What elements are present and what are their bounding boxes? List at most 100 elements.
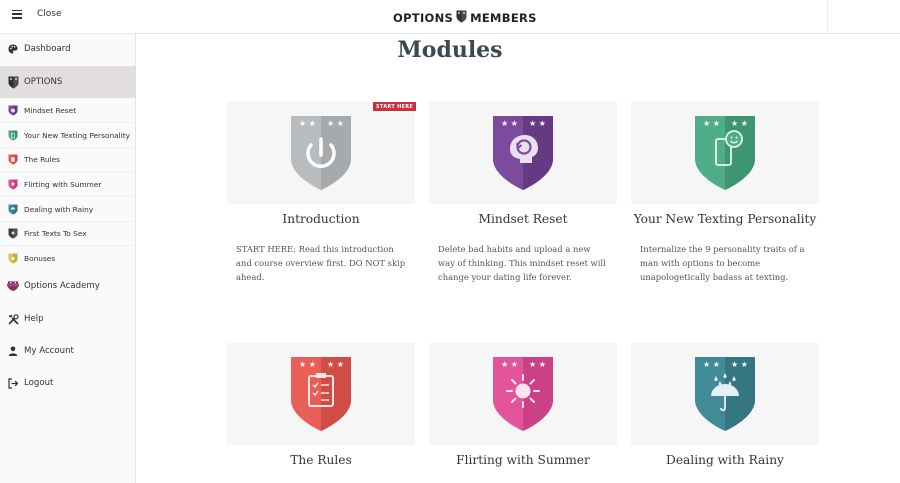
sidebar-item-label: Bonuses xyxy=(24,253,56,263)
top-bar: Close OPTIONS MEMBERS xyxy=(0,0,900,34)
sidebar-item-label: First Texts To Sex xyxy=(24,228,87,238)
module-card-desc-line: Delete bad habits and upload a new xyxy=(438,244,591,254)
sidebar-item-label: Mindset Reset xyxy=(24,105,77,115)
module-card-desc-line: ahead. xyxy=(236,272,265,282)
sidebar-divider xyxy=(0,221,136,222)
pink-shield-icon: ★ ★ ★ ★ xyxy=(493,357,553,431)
brand-left-text: OPTIONS xyxy=(393,11,454,25)
sidebar-item-texting-personality[interactable]: Your New Texting Personality xyxy=(0,126,136,144)
teal-shield-icon xyxy=(7,203,19,215)
module-card-title[interactable]: Introduction xyxy=(227,212,415,226)
svg-text:★ ★: ★ ★ xyxy=(703,360,720,369)
sidebar-divider xyxy=(0,196,136,197)
module-card-desc: START HERE: Read this introduction and c… xyxy=(236,242,418,284)
close-menu-button[interactable]: Close xyxy=(12,9,62,19)
svg-text:★ ★: ★ ★ xyxy=(731,119,748,128)
module-card-title[interactable]: Dealing with Rainy xyxy=(631,453,819,467)
module-card-title[interactable]: Flirting with Summer xyxy=(429,453,617,467)
svg-text:★ ★: ★ ★ xyxy=(501,360,518,369)
sidebar-item-label: Help xyxy=(24,314,44,324)
svg-text:★ ★: ★ ★ xyxy=(529,360,546,369)
topbar-divider xyxy=(827,0,828,34)
module-card-desc-line: unapologetically badass at texting. xyxy=(640,272,789,282)
svg-text:★ ★: ★ ★ xyxy=(299,119,316,128)
module-card-desc-line: change your dating life forever. xyxy=(438,272,572,282)
module-card-desc: Delete bad habits and upload a new way o… xyxy=(438,242,620,284)
module-card-desc-line: and course overview first. DO NOT skip xyxy=(236,258,406,268)
brand-logo[interactable]: OPTIONS MEMBERS xyxy=(393,10,537,26)
module-card-desc-line: Internalize the 9 personality traits of … xyxy=(640,244,805,254)
sidebar-item-label: OPTIONS xyxy=(24,77,63,87)
sidebar-item-label: Your New Texting Personality xyxy=(24,130,131,140)
dark-shield-icon xyxy=(7,227,19,239)
palette-icon xyxy=(7,43,19,55)
sidebar-item-label: My Account xyxy=(24,346,74,356)
purple-shield-icon xyxy=(7,104,19,116)
module-card-summer-image[interactable]: ★ ★ ★ ★ xyxy=(429,343,617,445)
module-card-desc-line: way of thinking. This mindset reset will xyxy=(438,258,606,268)
svg-text:★ ★: ★ ★ xyxy=(731,360,748,369)
sidebar-item-label: Flirting with Summer xyxy=(24,179,102,189)
yellow-shield-icon xyxy=(7,252,19,264)
start-here-badge: START HERE xyxy=(373,102,417,111)
shield-logo-icon xyxy=(456,10,467,26)
module-card-introduction-image[interactable]: ★ ★ ★ ★ xyxy=(227,102,415,204)
sidebar-item-help[interactable]: Help xyxy=(0,310,136,328)
svg-text:★ ★: ★ ★ xyxy=(299,360,316,369)
module-card-title[interactable]: Your New Texting Personality xyxy=(631,212,819,226)
tools-icon xyxy=(7,313,19,325)
module-card-rainy-image[interactable]: ★ ★ ★ ★ xyxy=(631,343,819,445)
sidebar-item-label: The Rules xyxy=(24,154,61,164)
red-shield-icon: ★ ★ ★ ★ xyxy=(291,357,351,431)
svg-text:★ ★: ★ ★ xyxy=(327,360,344,369)
hamburger-icon xyxy=(12,9,22,19)
sidebar: Dashboard OPTIONS Mindset Reset Your New… xyxy=(0,34,136,483)
module-card-rules-image[interactable]: ★ ★ ★ ★ xyxy=(227,343,415,445)
green-shield-icon xyxy=(7,129,19,141)
module-card-mindset-image[interactable]: ★ ★ ★ ★ xyxy=(429,102,617,204)
sidebar-item-the-rules[interactable]: The Rules xyxy=(0,150,136,168)
teal-shield-icon: ★ ★ ★ ★ xyxy=(695,357,755,431)
sidebar-item-dealing-rainy[interactable]: Dealing with Rainy xyxy=(0,200,136,218)
logout-icon xyxy=(7,377,19,389)
sidebar-item-logout[interactable]: Logout xyxy=(0,374,136,392)
sidebar-item-options-academy[interactable]: Options Academy xyxy=(0,277,136,295)
user-icon xyxy=(7,345,19,357)
sidebar-item-label: Logout xyxy=(24,378,54,388)
purple-shield-icon: ★ ★ ★ ★ xyxy=(493,116,553,190)
grey-shield-icon: ★ ★ ★ ★ xyxy=(291,116,351,190)
module-card-desc: Internalize the 9 personality traits of … xyxy=(640,242,822,284)
options-shield-icon xyxy=(7,76,19,88)
svg-text:★ ★: ★ ★ xyxy=(703,119,720,128)
sidebar-divider xyxy=(0,147,136,148)
sidebar-divider xyxy=(0,171,136,172)
close-label: Close xyxy=(37,9,62,19)
green-shield-icon: ★ ★ ★ ★ xyxy=(695,116,755,190)
sidebar-item-my-account[interactable]: My Account xyxy=(0,342,136,360)
svg-text:★ ★: ★ ★ xyxy=(529,119,546,128)
sidebar-item-label: Options Academy xyxy=(24,281,100,291)
sidebar-item-mindset-reset[interactable]: Mindset Reset xyxy=(0,101,136,119)
brand-right-text: MEMBERS xyxy=(470,11,537,25)
sidebar-item-dashboard[interactable]: Dashboard xyxy=(0,40,136,58)
sidebar-item-first-texts[interactable]: First Texts To Sex xyxy=(0,224,136,242)
module-card-desc-line: man with options to become xyxy=(640,258,761,268)
sidebar-divider xyxy=(0,122,136,123)
sidebar-item-options[interactable]: OPTIONS xyxy=(0,66,136,98)
sidebar-divider xyxy=(0,245,136,246)
module-card-desc-line: START HERE: Read this introduction xyxy=(236,244,394,254)
red-shield-icon xyxy=(7,153,19,165)
page-title: Modules xyxy=(397,37,503,63)
module-card-texting-image[interactable]: ★ ★ ★ ★ xyxy=(631,102,819,204)
module-card-title[interactable]: Mindset Reset xyxy=(429,212,617,226)
sidebar-item-flirting-summer[interactable]: Flirting with Summer xyxy=(0,175,136,193)
pink-shield-icon xyxy=(7,178,19,190)
main-content: Modules ★ ★ ★ ★ START HERE Introduction … xyxy=(137,34,900,483)
module-card-title[interactable]: The Rules xyxy=(227,453,415,467)
academy-icon xyxy=(7,280,19,292)
sidebar-item-bonuses[interactable]: Bonuses xyxy=(0,249,136,267)
sidebar-item-label: Dashboard xyxy=(24,44,71,54)
sidebar-item-label: Dealing with Rainy xyxy=(24,204,94,214)
svg-text:★ ★: ★ ★ xyxy=(327,119,344,128)
svg-text:★ ★: ★ ★ xyxy=(501,119,518,128)
